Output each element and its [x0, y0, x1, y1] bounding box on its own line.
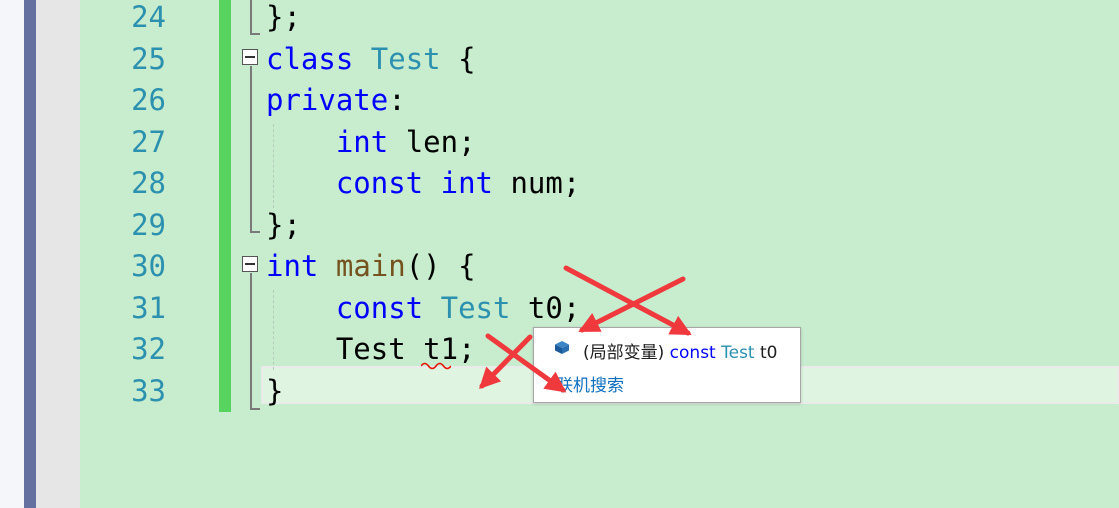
- arrow-to-quickinfo-right: [563, 265, 692, 336]
- annotation-arrows: [479, 265, 692, 393]
